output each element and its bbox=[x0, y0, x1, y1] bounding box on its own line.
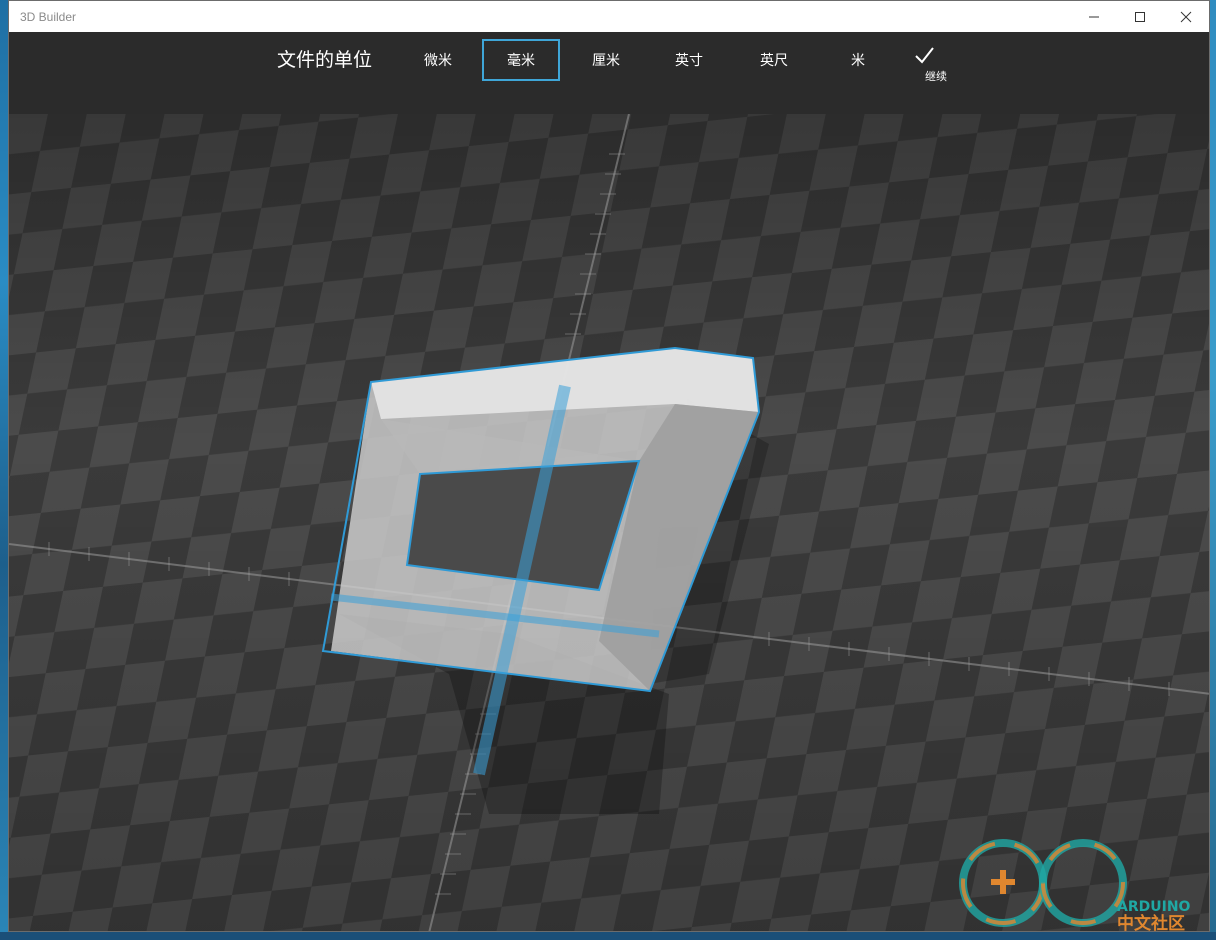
unit-micrometer-button[interactable]: 微米 bbox=[399, 39, 477, 81]
arduino-brand-text: ARDUINO bbox=[1117, 899, 1191, 915]
minimize-button[interactable] bbox=[1071, 1, 1117, 32]
units-toolbar: 文件的单位 微米 毫米 厘米 英寸 英尺 米 继续 bbox=[9, 32, 1209, 114]
file-units-label: 文件的单位 bbox=[277, 49, 373, 71]
close-icon bbox=[1180, 11, 1192, 22]
unit-meter-button[interactable]: 米 bbox=[819, 39, 897, 81]
arduino-subtitle-text: 中文社区 bbox=[1117, 913, 1185, 932]
close-button[interactable] bbox=[1163, 1, 1209, 32]
unit-foot-button[interactable]: 英尺 bbox=[735, 39, 813, 81]
window-title: 3D Builder bbox=[20, 9, 77, 24]
unit-millimeter-button[interactable]: 毫米 bbox=[482, 39, 560, 81]
app-window: 3D Builder 文件的单位 微米 毫米 厘米 英寸 英尺 米 继续 ARD… bbox=[8, 0, 1210, 932]
maximize-icon bbox=[1135, 11, 1145, 22]
checkmark-icon bbox=[915, 47, 934, 64]
desktop-background-right bbox=[1210, 0, 1216, 940]
window-controls bbox=[1071, 1, 1209, 32]
unit-inch-button[interactable]: 英寸 bbox=[650, 39, 728, 81]
desktop-background-left bbox=[0, 0, 8, 940]
minimize-icon bbox=[1089, 16, 1099, 17]
maximize-button[interactable] bbox=[1117, 1, 1163, 32]
unit-centimeter-button[interactable]: 厘米 bbox=[567, 39, 645, 81]
continue-label: 继续 bbox=[925, 70, 947, 83]
scene-canvas bbox=[9, 114, 1209, 931]
taskbar-edge bbox=[0, 932, 1216, 940]
arduino-watermark: ARDUINO 中文社区 bbox=[959, 833, 1209, 932]
arduino-logo-icon: ARDUINO 中文社区 bbox=[959, 839, 1191, 932]
3d-viewport[interactable]: ARDUINO 中文社区 bbox=[9, 114, 1209, 932]
title-bar: 3D Builder bbox=[9, 1, 1209, 32]
continue-button[interactable]: 继续 bbox=[913, 44, 959, 90]
